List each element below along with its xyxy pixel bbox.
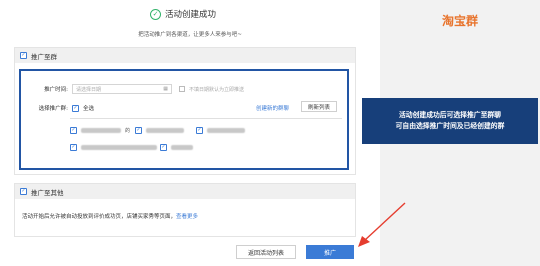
group-name-blurred bbox=[146, 128, 184, 133]
promote-other-header: ✓ 推广至其他 bbox=[15, 184, 355, 199]
group-name-blurred bbox=[207, 128, 245, 133]
group-item[interactable]: ✓ 的 bbox=[70, 127, 130, 134]
refresh-list-button[interactable]: 刷新列表 bbox=[301, 101, 337, 112]
group-name-blurred bbox=[81, 145, 157, 150]
select-all-checkbox[interactable]: ✓ bbox=[72, 104, 79, 112]
check-circle-icon: ✓ bbox=[150, 8, 161, 20]
group-item[interactable]: ✓ bbox=[70, 144, 157, 151]
annotation-note: 活动创建成功后可选择推广至群聊 可自由选择推广时间及已经创建的群 bbox=[362, 98, 538, 144]
group-name-blurred bbox=[81, 128, 121, 133]
annotation-line-1: 活动创建成功后可选择推广至群聊 bbox=[399, 111, 501, 119]
date-placeholder: 请选择日期 bbox=[76, 86, 102, 93]
group-checkbox[interactable]: ✓ bbox=[70, 127, 77, 134]
promote-other-checkbox[interactable]: ✓ bbox=[20, 188, 27, 195]
group-checkbox[interactable]: ✓ bbox=[135, 127, 142, 134]
promote-other-text: 活动开始后允许被自动投放到评价成功页，店铺买家秀等页面，查看更多 bbox=[22, 212, 198, 220]
success-title: 活动创建成功 bbox=[165, 10, 217, 20]
brand-title: 淘宝群 bbox=[441, 14, 478, 28]
select-groups-row: 选择推广群: ✓ 全选 bbox=[36, 104, 94, 112]
see-more-link[interactable]: 查看更多 bbox=[176, 214, 198, 220]
group-name-blurred bbox=[171, 145, 193, 150]
date-hint: 不填日期默认为立即推送 bbox=[189, 86, 245, 93]
promote-group-header: ✓ 推广至群 bbox=[15, 48, 355, 63]
group-checkbox[interactable]: ✓ bbox=[160, 144, 167, 151]
annotation-line-2: 可自由选择推广时间及已经创建的群 bbox=[395, 122, 505, 130]
calendar-icon: ▦ bbox=[163, 86, 168, 92]
promote-other-description: 活动开始后允许被自动投放到评价成功页，店铺买家秀等页面， bbox=[22, 214, 177, 220]
date-picker-input[interactable]: 请选择日期 ▦ bbox=[72, 84, 172, 94]
immediate-push-checkbox[interactable] bbox=[179, 86, 185, 92]
group-checkbox[interactable]: ✓ bbox=[196, 127, 203, 134]
group-checkbox[interactable]: ✓ bbox=[70, 144, 77, 151]
back-to-list-button[interactable]: 返回活动列表 bbox=[236, 245, 296, 259]
groups-divider bbox=[70, 118, 342, 119]
select-all-label: 全选 bbox=[83, 106, 95, 112]
create-group-link[interactable]: 创建新的群聊 bbox=[256, 104, 289, 112]
success-subtitle: 把活动推广到各渠道，让更多人来参与吧~ bbox=[138, 32, 242, 38]
group-item[interactable]: ✓ bbox=[196, 127, 245, 134]
promote-group-checkbox[interactable]: ✓ bbox=[20, 52, 27, 59]
promote-other-section: ✓ 推广至其他 bbox=[14, 183, 356, 237]
promote-button[interactable]: 推广 bbox=[306, 245, 354, 259]
select-groups-label: 选择推广群: bbox=[38, 106, 68, 112]
promote-other-title: 推广至其他 bbox=[31, 188, 64, 197]
group-name-suffix: 的 bbox=[125, 128, 131, 134]
promote-group-title: 推广至群 bbox=[31, 52, 57, 61]
promote-time-row: 推广时间: 请选择日期 ▦ 不填日期默认为立即推送 bbox=[36, 84, 244, 94]
group-item[interactable]: ✓ bbox=[135, 127, 184, 134]
group-item[interactable]: ✓ bbox=[160, 144, 193, 151]
success-banner: ✓ 活动创建成功 bbox=[150, 8, 216, 20]
promote-time-label: 推广时间: bbox=[44, 87, 68, 93]
